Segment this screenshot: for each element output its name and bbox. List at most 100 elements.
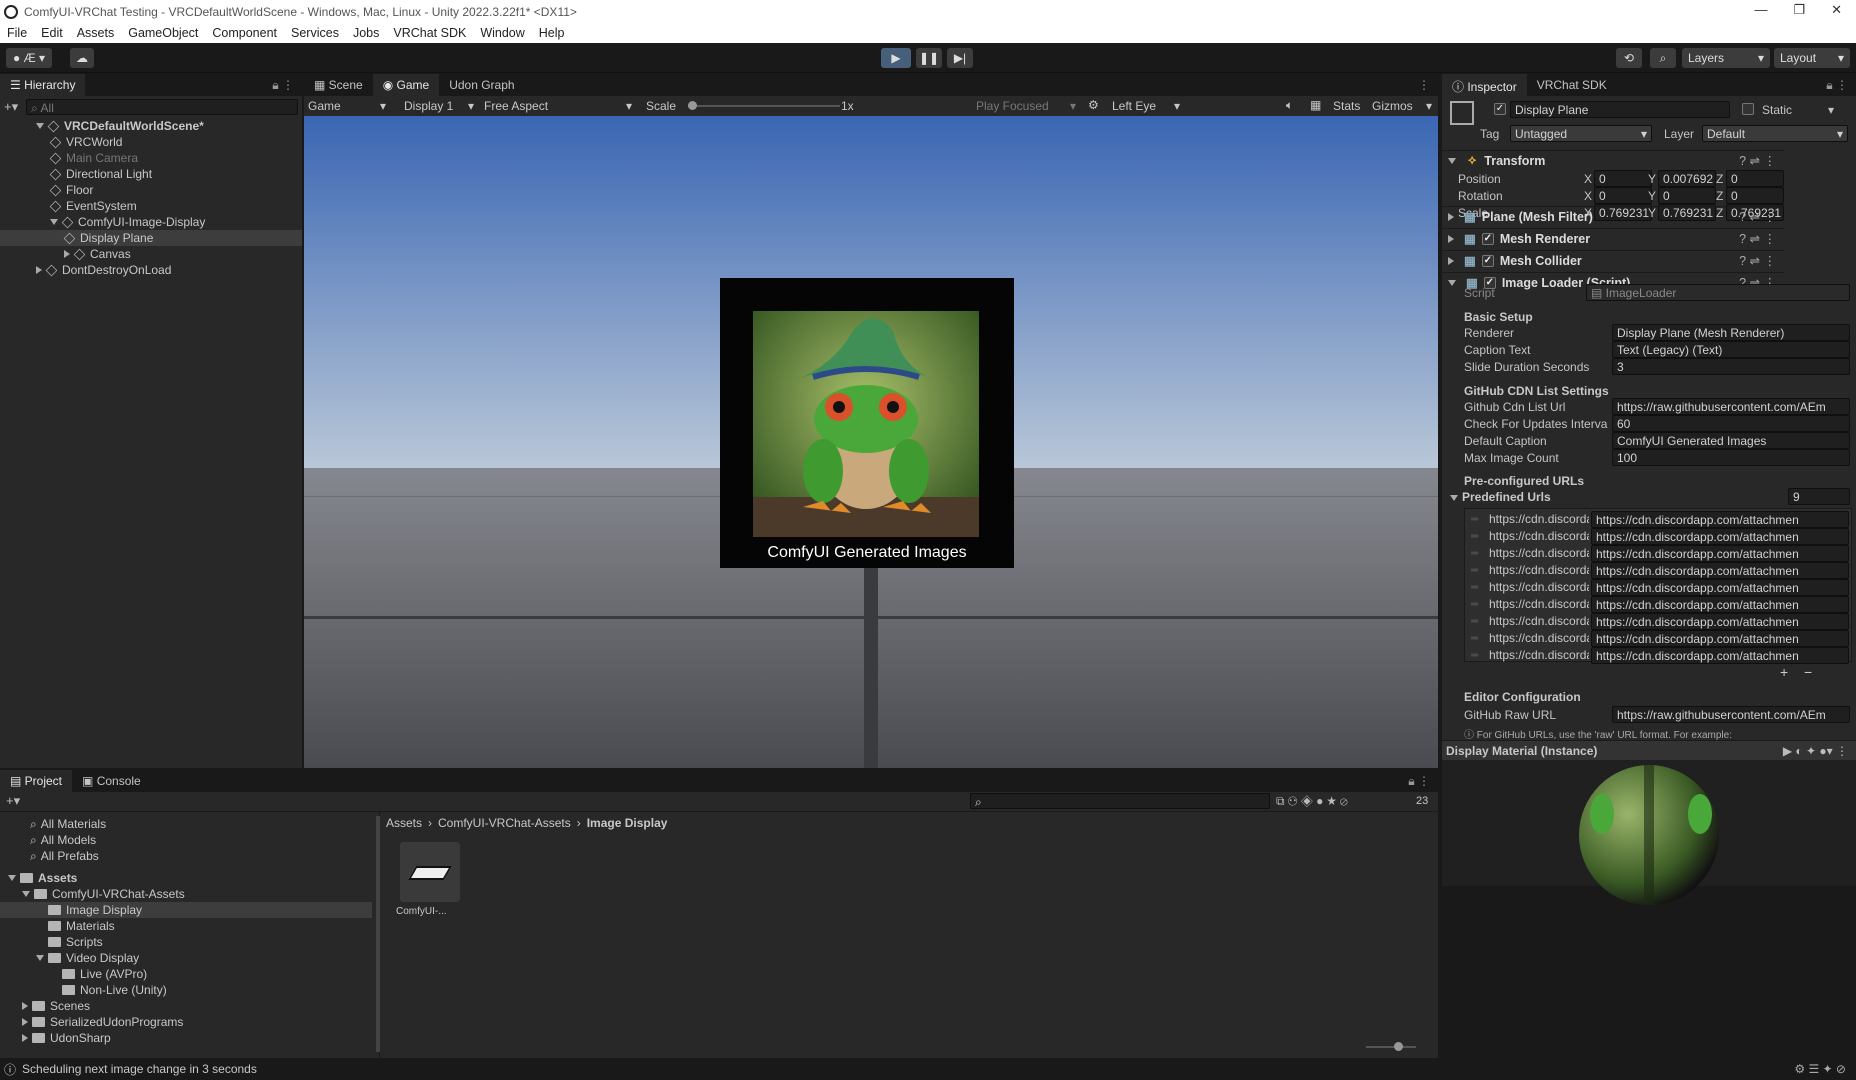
url-element-field[interactable]: https://cdn.discordapp.com/attachmen [1591,596,1849,613]
tab-console[interactable]: ▣ Console [72,770,151,792]
component-enabled-checkbox[interactable]: ✓ [1481,232,1494,245]
drag-handle-icon[interactable]: ═ [1471,650,1478,661]
expand-icon[interactable] [22,891,30,897]
folder-item[interactable]: SerializedUdonPrograms [0,1014,372,1030]
hierarchy-item[interactable]: VRCDefaultWorldScene* [0,118,302,134]
folder-item[interactable]: Scenes [0,998,372,1014]
eye-dropdown[interactable]: Left Eye [1112,99,1156,113]
lock-icon[interactable]: 🔒︎ ⋮ [1400,770,1438,792]
tab-project[interactable]: ▤ Project [0,770,73,792]
static-checkbox[interactable] [1742,103,1754,115]
expand-icon[interactable] [1448,212,1454,221]
expand-icon[interactable] [1448,279,1456,286]
component-menu-icon[interactable]: ? ⇌ ⋮ [1739,153,1776,168]
search-button[interactable]: ⌕ [1650,48,1676,68]
url-element-field[interactable]: https://cdn.discordapp.com/attachmen [1591,579,1849,596]
folder-item[interactable]: ComfyUI-VRChat-Assets [0,886,372,902]
hierarchy-item[interactable]: ComfyUI-Image-Display [0,214,302,230]
hierarchy-item[interactable]: VRCWorld [0,134,302,150]
expand-icon[interactable] [22,1002,28,1010]
menu-gameobject[interactable]: GameObject [121,26,205,40]
menu-services[interactable]: Services [284,26,346,40]
transform-x-field[interactable]: 0 [1594,170,1652,187]
lock-icon[interactable]: 🔒︎ ⋮ [264,74,302,96]
expand-icon[interactable] [1448,256,1454,265]
component-header[interactable]: ▦ ✓ Mesh Renderer ? ⇌ ⋮ [1442,228,1784,248]
lock-icon[interactable]: 🔒︎ ⋮ [1818,74,1856,96]
add-item-button[interactable]: + [1780,664,1788,680]
menu-jobs[interactable]: Jobs [346,26,386,40]
field-value[interactable]: 3 [1612,358,1850,375]
drag-handle-icon[interactable]: ═ [1471,616,1478,627]
url-element-field[interactable]: https://cdn.discordapp.com/attachmen [1591,545,1849,562]
url-element-field[interactable]: https://cdn.discordapp.com/attachmen [1591,511,1849,528]
breadcrumb-assets[interactable]: Assets [386,816,422,830]
filter-icons[interactable]: ⧉ ⚇ ◈ ● ★ ⊘ [1276,794,1348,809]
menu-window[interactable]: Window [473,26,531,40]
expand-icon[interactable] [8,875,16,881]
folder-item[interactable]: Non-Live (Unity) [0,982,372,998]
scale-slider-handle[interactable] [688,101,697,110]
tab-udon-graph[interactable]: Udon Graph [439,74,524,96]
url-element-field[interactable]: https://cdn.discordapp.com/attachmen [1591,613,1849,630]
transform-y-field[interactable]: 0 [1658,187,1716,204]
history-button[interactable]: ⟲ [1616,48,1642,68]
hierarchy-item[interactable]: EventSystem [0,198,302,214]
layers-dropdown[interactable]: Layers ▾ [1682,48,1770,68]
close-button[interactable]: ✕ [1831,2,1842,18]
predefined-count[interactable]: 9 [1788,488,1850,505]
tab-scene[interactable]: ▦ Scene [304,74,373,96]
expand-icon[interactable] [1448,234,1454,243]
game-mode-dropdown[interactable]: Game [308,99,341,113]
game-viewport[interactable]: ComfyUI Generated Images [304,116,1438,768]
step-button[interactable]: ▶| [947,48,973,68]
hierarchy-item[interactable]: Canvas [0,246,302,262]
drag-handle-icon[interactable]: ═ [1471,565,1478,576]
menu-edit[interactable]: Edit [34,26,70,40]
display-dropdown[interactable]: Display 1 [404,99,453,113]
expand-icon[interactable] [36,955,44,961]
drag-handle-icon[interactable]: ═ [1471,633,1478,644]
folder-item[interactable]: Video Display [0,950,372,966]
pause-button[interactable]: ❚❚ [916,48,942,68]
field-value[interactable]: 60 [1612,415,1850,432]
menu-assets[interactable]: Assets [70,26,122,40]
url-element-field[interactable]: https://cdn.discordapp.com/attachmen [1591,528,1849,545]
component-header[interactable]: ▦ Plane (Mesh Filter) ? ⇌ ⋮ [1442,206,1784,226]
icon-size-slider[interactable] [1366,1042,1416,1051]
folder-item[interactable]: Assets [0,870,372,886]
favorite-item[interactable]: ⌕ All Models [30,832,96,848]
component-enabled-checkbox[interactable]: ✓ [1481,254,1494,267]
drag-handle-icon[interactable]: ═ [1471,599,1478,610]
active-checkbox[interactable]: ✓ [1494,103,1506,115]
url-element-field[interactable]: https://cdn.discordapp.com/attachmen [1591,647,1849,664]
tag-dropdown[interactable]: Untagged ▾ [1510,125,1652,142]
preview-controls-icon[interactable]: ▶ ◐ ✦ ●▾ ⋮ [1783,744,1848,758]
minimize-button[interactable]: — [1754,2,1767,18]
layer-dropdown[interactable]: Default ▾ [1702,125,1848,142]
transform-y-field[interactable]: 0.007692 [1658,170,1716,187]
status-message[interactable]: Scheduling next image change in 3 second… [22,1062,257,1076]
url-element-field[interactable]: https://cdn.discordapp.com/attachmen [1591,630,1849,647]
asset-label[interactable]: ComfyUI-... [396,906,447,917]
gizmos-button[interactable]: Gizmos [1372,99,1413,113]
field-value[interactable]: ComfyUI Generated Images [1612,432,1850,449]
expand-icon[interactable] [22,1018,28,1026]
tree-scrollbar[interactable] [376,816,380,1052]
create-button[interactable]: +▾ [6,793,20,809]
layout-dropdown[interactable]: Layout ▾ [1774,48,1850,68]
stats-button[interactable]: Stats [1333,99,1360,113]
folder-item[interactable]: Image Display [0,902,372,918]
hierarchy-item[interactable]: Directional Light [0,166,302,182]
field-value[interactable]: Display Plane (Mesh Renderer) [1612,324,1850,341]
expand-icon[interactable] [64,250,70,258]
account-button[interactable]: ● Æ ▾ [6,48,52,68]
menu-help[interactable]: Help [532,26,572,40]
project-search-input[interactable]: ⌕ [970,793,1270,809]
url-element-field[interactable]: https://cdn.discordapp.com/attachmen [1591,562,1849,579]
expand-icon[interactable] [50,219,58,225]
field-value[interactable]: Text (Legacy) (Text) [1612,341,1850,358]
play-button[interactable]: ▶ [881,48,911,68]
github-raw-url-field[interactable]: https://raw.githubusercontent.com/AEm [1612,706,1850,723]
component-menu-icon[interactable]: ? ⇌ ⋮ [1739,209,1776,224]
